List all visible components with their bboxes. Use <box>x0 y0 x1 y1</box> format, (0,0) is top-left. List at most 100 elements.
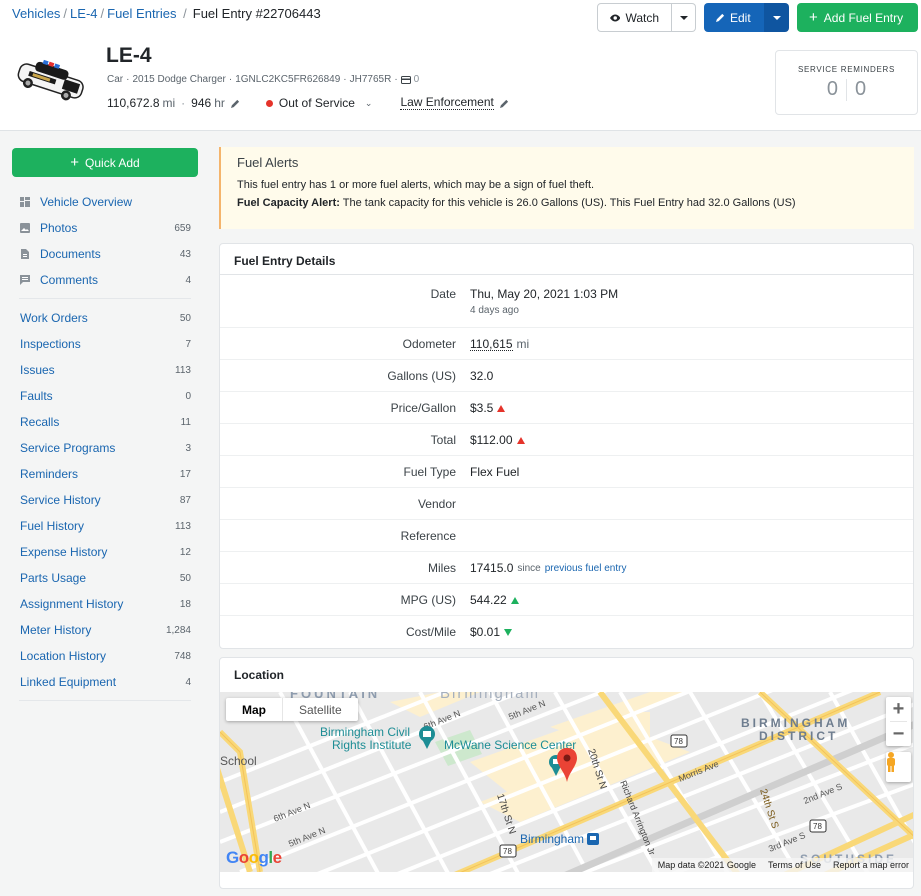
sidebar-item-count: 113 <box>175 364 191 376</box>
sidebar-item-expense-history[interactable]: Expense History 12 <box>12 539 198 565</box>
sidebar-item-assignment-history[interactable]: Assignment History 18 <box>12 591 198 617</box>
breadcrumb-fuel-entries[interactable]: Fuel Entries <box>107 6 176 21</box>
edit-meter-icon[interactable] <box>230 99 240 108</box>
watch-button-group: Watch <box>597 3 696 32</box>
detail-label: Odometer <box>402 337 456 351</box>
detail-row-mpg: MPG (US) 544.22 <box>220 584 913 616</box>
station-icon <box>587 833 599 845</box>
map-label: Birmingham Civil <box>320 725 410 739</box>
odometer-unit: mi <box>162 96 176 110</box>
detail-value[interactable]: 110,615 <box>470 338 513 351</box>
sidebar-item-count: 17 <box>179 468 191 480</box>
detail-row-total: Total $112.00 <box>220 424 913 456</box>
sidebar-item-count: 659 <box>174 222 191 234</box>
location-map[interactable]: FOUNTAIN Birmingham Birmingham Civil Rig… <box>220 692 913 872</box>
reminders-overdue-count[interactable]: 0 <box>827 78 838 101</box>
sidebar-item-location-history[interactable]: Location History 748 <box>12 643 198 669</box>
sidebar-item-count: 50 <box>179 312 191 324</box>
sidebar-item-issues[interactable]: Issues 113 <box>12 357 198 383</box>
sidebar-item-count: 748 <box>174 650 191 662</box>
service-reminders-widget[interactable]: SERVICE REMINDERS 0 0 <box>775 50 918 115</box>
street-view-pegman[interactable] <box>886 752 911 782</box>
vehicle-photo[interactable] <box>14 58 88 102</box>
previous-fuel-entry-link[interactable]: previous fuel entry <box>545 563 627 574</box>
vehicle-meta: Car · 2015 Dodge Charger · 1GNLC2KC5FR6268… <box>107 74 420 85</box>
vehicle-hours: 946 <box>191 96 212 110</box>
sidebar-item-comments[interactable]: Comments 4 <box>12 267 198 293</box>
sidebar-item-label: Location History <box>20 649 107 663</box>
sidebar-item-inspections[interactable]: Inspections 7 <box>12 331 198 357</box>
map-type-toggle: Map Satellite <box>226 698 358 721</box>
pegman-icon <box>887 752 895 772</box>
service-reminders-title: SERVICE REMINDERS <box>797 65 896 74</box>
terms-of-use-link[interactable]: Terms of Use <box>768 860 821 870</box>
sidebar-item-recalls[interactable]: Recalls 11 <box>12 409 198 435</box>
map-type-map-button[interactable]: Map <box>226 698 283 721</box>
sidebar-item-reminders[interactable]: Reminders 17 <box>12 461 198 487</box>
detail-row-date: Date Thu, May 20, 2021 1:03 PM 4 days ag… <box>220 278 913 328</box>
status-dropdown[interactable]: Out of Service ⌄ <box>265 96 372 110</box>
watch-label: Watch <box>625 10 659 25</box>
card-icon <box>400 75 411 84</box>
detail-label: Fuel Type <box>403 465 456 479</box>
sidebar-item-count: 18 <box>179 598 191 610</box>
vehicle-group[interactable]: Law Enforcement <box>400 96 494 110</box>
fuel-alerts-message: This fuel entry has 1 or more fuel alert… <box>237 179 595 191</box>
breadcrumb: Vehicles / LE-4 / Fuel Entries / Fuel En… <box>12 6 321 21</box>
sidebar-item-label: Meter History <box>20 623 92 637</box>
add-fuel-entry-button[interactable]: + Add Fuel Entry <box>797 3 918 32</box>
sidebar-item-count: 11 <box>180 416 191 428</box>
detail-value: $3.5 <box>470 401 494 415</box>
highway-number: 78 <box>503 847 512 856</box>
edit-group-icon[interactable] <box>499 99 509 108</box>
dashboard-icon <box>20 197 30 207</box>
sidebar-item-count: 87 <box>179 494 191 506</box>
sidebar-item-service-history[interactable]: Service History 87 <box>12 487 198 513</box>
card-title: Location <box>234 668 284 682</box>
report-map-error-link[interactable]: Report a map error <box>833 860 909 870</box>
sidebar-item-fuel-history[interactable]: Fuel History 113 <box>12 513 198 539</box>
detail-label: Price/Gallon <box>390 401 456 415</box>
map-label: BIRMINGHAM <box>741 716 850 730</box>
detail-value: $112.00 <box>470 433 513 447</box>
sidebar-item-count: 7 <box>185 338 191 350</box>
sidebar-item-photos[interactable]: Photos 659 <box>12 215 198 241</box>
detail-row-fuel-type: Fuel Type Flex Fuel <box>220 456 913 488</box>
google-logo-letter: e <box>272 848 282 867</box>
breadcrumb-separator: / <box>63 6 68 21</box>
map-type-satellite-button[interactable]: Satellite <box>283 698 358 721</box>
sidebar-item-faults[interactable]: Faults 0 <box>12 383 198 409</box>
detail-value: 17415.0 <box>470 561 514 575</box>
highway-number: 78 <box>674 737 683 746</box>
sidebar-item-vehicle-overview[interactable]: Vehicle Overview <box>12 189 198 215</box>
detail-row-miles: Miles 17415.0 since previous fuel entry <box>220 552 913 584</box>
sidebar-item-parts-usage[interactable]: Parts Usage 50 <box>12 565 198 591</box>
detail-row-vendor: Vendor <box>220 488 913 520</box>
photo-icon <box>20 223 30 233</box>
edit-button-group: Edit <box>704 3 789 32</box>
edit-dropdown-toggle[interactable] <box>764 3 789 32</box>
sidebar-divider <box>19 298 191 299</box>
watch-button[interactable]: Watch <box>597 3 672 32</box>
vehicle-name: LE-4 <box>106 44 152 67</box>
zoom-in-button[interactable]: + <box>886 697 911 721</box>
sidebar-item-work-orders[interactable]: Work Orders 50 <box>12 305 198 331</box>
comment-icon <box>20 275 30 285</box>
sidebar-item-label: Comments <box>40 273 99 287</box>
sidebar-item-label: Assignment History <box>20 597 124 611</box>
zoom-out-button[interactable]: − <box>886 722 911 746</box>
sidebar-item-documents[interactable]: Documents 43 <box>12 241 198 267</box>
status-label: Out of Service <box>278 96 355 110</box>
trend-up-icon <box>516 436 525 444</box>
watch-dropdown-toggle[interactable] <box>672 3 696 32</box>
map-attribution: Map data ©2021 Google Terms of Use Repor… <box>651 858 913 872</box>
quick-add-button[interactable]: + Quick Add <box>12 148 198 177</box>
breadcrumb-vehicle[interactable]: LE-4 <box>70 6 97 21</box>
sidebar-item-linked-equipment[interactable]: Linked Equipment 4 <box>12 669 198 695</box>
sidebar-item-count: 4 <box>185 676 191 688</box>
breadcrumb-vehicles[interactable]: Vehicles <box>12 6 60 21</box>
reminders-due-soon-count[interactable]: 0 <box>855 78 866 101</box>
edit-button[interactable]: Edit <box>704 3 764 32</box>
sidebar-item-service-programs[interactable]: Service Programs 3 <box>12 435 198 461</box>
sidebar-item-meter-history[interactable]: Meter History 1,284 <box>12 617 198 643</box>
